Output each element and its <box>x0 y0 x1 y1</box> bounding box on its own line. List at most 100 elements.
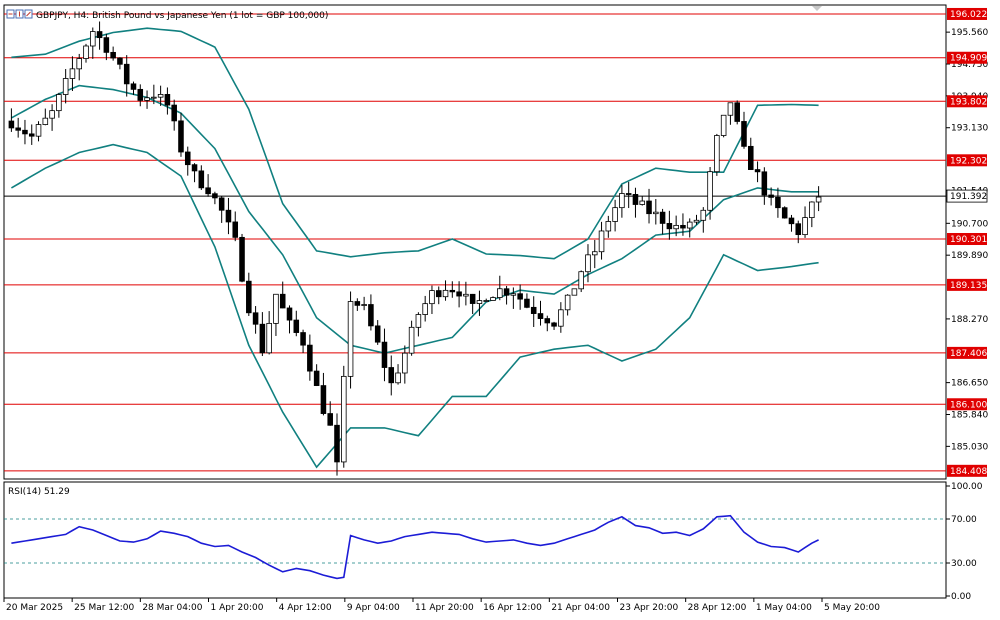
rsi-y-tick-label: 70.00 <box>951 515 977 525</box>
candle-body <box>151 96 157 99</box>
candle-body <box>49 110 55 119</box>
candle-body <box>374 325 381 343</box>
candle-body <box>354 301 361 306</box>
candle-body <box>809 201 815 218</box>
candle-body <box>673 224 679 230</box>
candle-body <box>361 304 367 306</box>
candle-body <box>463 293 469 297</box>
candle-body <box>422 303 428 315</box>
y-tick-label: 190.700 <box>951 219 988 229</box>
candle-body <box>130 83 137 90</box>
candle-body <box>558 309 564 327</box>
level-price-label: 186.100 <box>950 400 987 410</box>
candle-body <box>551 322 557 327</box>
candle-body <box>646 200 652 215</box>
candle-body <box>503 288 510 296</box>
candle-body <box>734 102 740 122</box>
candle <box>347 291 354 389</box>
candle-body <box>442 289 449 298</box>
candle-body <box>591 251 598 256</box>
candle-body <box>720 114 727 136</box>
candle-body <box>313 370 320 386</box>
candle-body <box>748 145 754 170</box>
candle-body <box>476 300 483 304</box>
candle-body <box>775 196 781 209</box>
candle-body <box>510 293 517 296</box>
candle <box>341 365 347 468</box>
rsi-y-tick-label: 30.00 <box>951 559 977 569</box>
candle-body <box>212 193 218 199</box>
candle-body <box>402 352 408 374</box>
price-chart[interactable]: 195.560194.750193.940193.130191.540190.7… <box>0 0 1000 620</box>
level-price-label: 196.022 <box>950 10 987 20</box>
candle-body <box>781 207 788 219</box>
candle-body <box>246 280 252 314</box>
candle-body <box>497 288 503 298</box>
candle-body <box>266 322 272 354</box>
x-tick-label: 23 Apr 20:00 <box>620 603 679 613</box>
candle-body <box>449 289 456 293</box>
candle-body <box>625 193 632 195</box>
candle-body <box>293 319 300 333</box>
symbol-title: GBPJPY, H4: British Pound vs Japanese Ye… <box>36 11 328 21</box>
candle-body <box>714 135 720 173</box>
candle-body <box>693 219 700 223</box>
candle-body <box>653 211 659 215</box>
x-tick-label: 20 Mar 2025 <box>6 603 63 613</box>
x-tick-label: 25 Mar 12:00 <box>74 603 134 613</box>
candle-body <box>788 217 795 225</box>
candle-body <box>761 171 768 196</box>
candle-body <box>571 288 578 296</box>
candle-body <box>564 294 571 311</box>
candle-body <box>727 102 734 116</box>
candle-body <box>456 291 462 297</box>
candle-body <box>300 332 306 346</box>
x-tick-label: 21 Apr 04:00 <box>551 603 610 613</box>
candle-body <box>537 313 544 319</box>
rsi-y-tick-label: 100.00 <box>951 482 983 492</box>
level-price-label: 187.406 <box>950 349 987 359</box>
x-tick-label: 9 Apr 04:00 <box>347 603 400 613</box>
candle <box>781 206 788 219</box>
candle-body <box>42 117 49 125</box>
candle <box>578 270 584 293</box>
candle <box>239 233 245 283</box>
candle-body <box>659 211 666 224</box>
candle-body <box>707 171 713 211</box>
candle-body <box>483 300 489 302</box>
candle-body <box>754 169 761 173</box>
candle-body <box>123 63 130 85</box>
candle-body <box>171 104 177 122</box>
y-tick-label: 185.840 <box>951 410 988 420</box>
candle-body <box>598 230 605 253</box>
candle-body <box>612 207 618 222</box>
candle-body <box>110 51 116 59</box>
candle-body <box>83 45 89 59</box>
candle-body <box>605 221 612 232</box>
candle-body <box>144 97 150 101</box>
candle <box>714 133 720 176</box>
chart-header: GBPJPY, H4: British Pound vs Japanese Ye… <box>6 9 328 21</box>
candle-body <box>469 293 476 304</box>
candle-body <box>8 120 15 129</box>
candle-body <box>795 223 802 236</box>
candle-body <box>435 290 442 298</box>
chart-type-icons[interactable] <box>6 9 33 19</box>
candle-body <box>802 217 808 236</box>
candle-body <box>544 318 551 324</box>
level-price-label: 189.135 <box>950 281 987 291</box>
candle-body <box>137 88 144 101</box>
candle <box>720 114 727 138</box>
candle-body <box>198 170 205 189</box>
candle-body <box>117 57 123 65</box>
x-tick-label: 5 May 20:00 <box>824 603 880 613</box>
candle-body <box>157 94 164 98</box>
candle-body <box>35 124 42 137</box>
candle-body <box>341 375 347 463</box>
x-tick-label: 4 Apr 12:00 <box>279 603 332 613</box>
x-tick-label: 1 May 04:00 <box>756 603 812 613</box>
x-tick-label: 28 Mar 04:00 <box>142 603 202 613</box>
candle-body <box>69 68 76 79</box>
level-price-label: 192.302 <box>950 156 987 166</box>
candle-body <box>517 293 523 300</box>
